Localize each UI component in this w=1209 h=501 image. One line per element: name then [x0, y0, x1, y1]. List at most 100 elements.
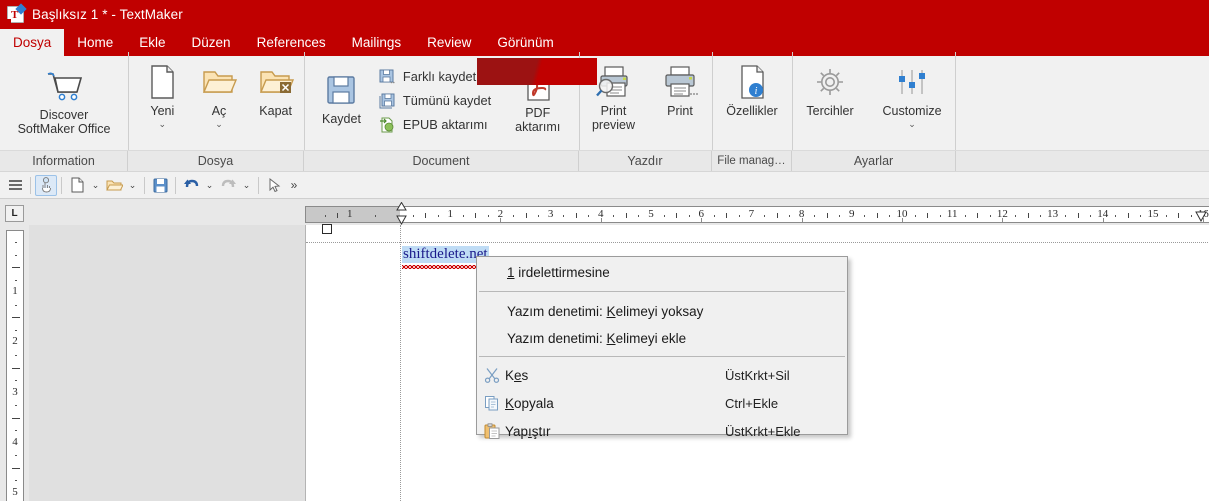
vertical-ruler[interactable]: 1 2 3 4 5 — [6, 230, 24, 501]
ruler-section-tick — [500, 218, 502, 222]
vruler-quarter-tick — [15, 279, 17, 281]
gear-icon — [813, 62, 847, 102]
ruler-left-margin-area — [306, 207, 400, 222]
menu-item-paste-label: Yapıştır — [505, 424, 725, 439]
tab-mailings[interactable]: Mailings — [339, 29, 415, 56]
discover-label-line2: SoftMaker Office — [17, 122, 111, 136]
undo-icon[interactable] — [180, 175, 202, 196]
kapat-button[interactable]: Kapat — [249, 60, 303, 118]
right-indent-marker[interactable] — [1195, 210, 1207, 222]
yeni-label: Yeni — [150, 104, 175, 118]
ruler-half-tick — [1127, 213, 1129, 218]
menu-item-ignore-word-accel: K — [606, 304, 616, 319]
tumunu-kaydet-button[interactable]: Tümünü kaydet — [375, 91, 497, 110]
tab-ekle[interactable]: Ekle — [126, 29, 178, 56]
pointer-select-icon[interactable] — [263, 175, 285, 196]
hamburger-menu-icon[interactable] — [4, 175, 26, 196]
print-button[interactable]: Print — [653, 60, 707, 118]
ruler-quarter-tick — [914, 215, 916, 217]
menu-item-cut[interactable]: Kes ÜstKrkt+Sil — [477, 361, 847, 389]
open-folder-icon[interactable] — [103, 175, 125, 196]
epub-aktarimi-button[interactable]: EPUB aktarımı — [375, 115, 497, 134]
menu-item-cut-label: Kes — [505, 368, 725, 383]
yeni-dropdown-chevron-icon[interactable]: ⌄ — [159, 119, 167, 129]
overflow-chevrons-icon[interactable]: » — [285, 175, 303, 196]
ribbon-group-information: Discover SoftMaker Office — [0, 56, 128, 150]
ruler-half-tick — [927, 213, 929, 218]
tab-references[interactable]: References — [244, 29, 339, 56]
ruler-mark-9: 9 — [849, 208, 855, 220]
yeni-button[interactable]: Yeni ⌄ — [135, 60, 189, 129]
tab-stop-selector[interactable]: L — [5, 205, 24, 222]
menu-item-spell-suggestion-label: 1 irdelettirmesine — [507, 265, 835, 280]
ribbon-group-dosya: Yeni ⌄ Aç ⌄ Kapat — [128, 52, 304, 164]
touch-mode-icon[interactable] — [35, 174, 57, 196]
discover-softmaker-office-button[interactable]: Discover SoftMaker Office — [10, 60, 119, 136]
paste-icon — [483, 422, 501, 440]
menu-item-ignore-word-label: Yazım denetimi: Kelimeyi yoksay — [507, 304, 835, 319]
qat-separator-2 — [61, 176, 62, 194]
kaydet-button[interactable]: Kaydet — [314, 60, 369, 126]
group-label-yazdir: Yazdır — [579, 151, 712, 171]
menu-item-ignore-word[interactable]: Yazım denetimi: Kelimeyi yoksay — [477, 298, 847, 325]
horizontal-ruler[interactable]: 112345678910111213141516 — [305, 206, 1209, 223]
vruler-quarter-tick — [15, 455, 17, 457]
tab-gorunum[interactable]: Görünüm — [484, 29, 566, 56]
ruler-quarter-tick — [889, 215, 891, 217]
kapat-label: Kapat — [259, 104, 292, 118]
tercihler-button[interactable]: Tercihler — [798, 60, 861, 118]
ruler-half-tick — [425, 213, 427, 218]
tab-home[interactable]: Home — [64, 29, 126, 56]
redo-dropdown-chevron-icon[interactable]: ⌄ — [239, 175, 254, 196]
ruler-section-tick — [1102, 218, 1104, 222]
ruler-quarter-tick — [839, 215, 841, 217]
tab-duzen[interactable]: Düzen — [179, 29, 244, 56]
pdf-label-line1: PDF — [525, 106, 551, 120]
new-document-dropdown-chevron-icon[interactable]: ⌄ — [88, 175, 103, 196]
shopping-cart-icon — [44, 66, 84, 106]
ruler-quarter-tick — [688, 215, 690, 217]
menu-item-paste[interactable]: Yapıştır ÜstKrkt+Ekle — [477, 417, 847, 445]
ruler-section-tick — [600, 218, 602, 222]
menu-item-spell-suggestion[interactable]: 1 irdelettirmesine — [477, 257, 847, 287]
ruler-quarter-tick — [613, 215, 615, 217]
qat-separator-1 — [30, 176, 31, 194]
ruler-quarter-tick — [964, 215, 966, 217]
ruler-mark-3: 3 — [547, 208, 554, 220]
open-folder-dropdown-chevron-icon[interactable]: ⌄ — [125, 175, 140, 196]
ozellikler-button[interactable]: i Özellikler — [718, 60, 785, 118]
ribbon-empty-area — [956, 56, 1209, 150]
menu-item-paste-pre: Yap — [505, 423, 529, 439]
menu-item-copy[interactable]: Kopyala Ctrl+Ekle — [477, 389, 847, 417]
sliders-icon — [894, 62, 930, 102]
ruler-quarter-tick — [1190, 215, 1192, 217]
ac-dropdown-chevron-icon[interactable]: ⌄ — [215, 119, 223, 129]
menu-item-add-word[interactable]: Yazım denetimi: Kelimeyi ekle — [477, 325, 847, 352]
ozellikler-label: Özellikler — [726, 104, 778, 118]
document-properties-icon: i — [736, 62, 768, 102]
tab-strip-bevel-edge — [477, 58, 597, 85]
customize-button[interactable]: Customize ⌄ — [875, 60, 950, 129]
cut-scissors-icon — [483, 366, 501, 384]
tab-review[interactable]: Review — [414, 29, 484, 56]
tumunu-kaydet-label: Tümünü kaydet — [402, 93, 492, 108]
ac-button[interactable]: Aç ⌄ — [192, 60, 246, 129]
vruler-half-tick — [12, 367, 20, 369]
ruler-quarter-tick — [374, 215, 376, 217]
save-floppy-icon — [324, 70, 358, 110]
vruler-quarter-tick — [15, 329, 17, 331]
undo-dropdown-chevron-icon[interactable]: ⌄ — [202, 175, 217, 196]
context-menu: 1 irdelettirmesine Yazım denetimi: Kelim… — [476, 256, 848, 439]
new-document-icon[interactable] — [66, 175, 88, 196]
menu-item-spell-suggestion-text: irdelettirmesine — [514, 264, 610, 280]
tab-stop-selector-label: L — [11, 208, 18, 219]
close-folder-icon — [258, 62, 294, 102]
save-floppy-icon[interactable] — [149, 175, 171, 196]
ruler-quarter-tick — [738, 215, 740, 217]
paragraph-indent-markers[interactable] — [396, 202, 407, 227]
ruler-half-tick — [1077, 213, 1079, 218]
group-label-document: Document — [304, 151, 579, 171]
customize-dropdown-chevron-icon[interactable]: ⌄ — [908, 119, 916, 129]
tab-dosya[interactable]: Dosya — [0, 29, 65, 56]
vruler-mark-5: 5 — [12, 486, 18, 498]
